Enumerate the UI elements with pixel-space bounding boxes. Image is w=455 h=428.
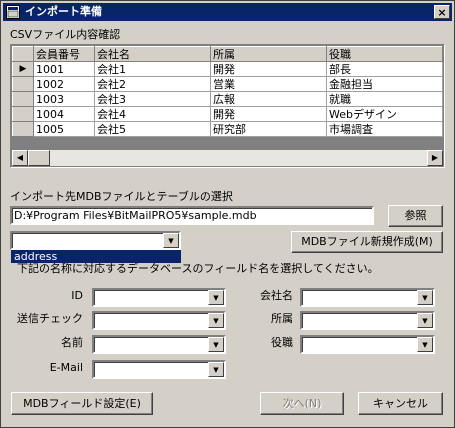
table-cell: 1004	[33, 106, 95, 122]
table-cell: 会社5	[94, 121, 211, 137]
table-cell: 就職	[326, 91, 443, 107]
field-select-company[interactable]: ▼	[300, 288, 435, 307]
table-cell: 会社4	[94, 106, 211, 122]
table-row[interactable]: 1004 会社4 開発 Webデザイン	[12, 106, 443, 122]
chevron-down-icon[interactable]: ▼	[208, 337, 224, 352]
field-label-id: ID	[71, 289, 83, 302]
table-cell: 開発	[210, 61, 327, 77]
row-indicator	[12, 121, 34, 137]
chevron-down-icon[interactable]: ▼	[417, 290, 433, 305]
table-cell: 金融担当	[326, 76, 443, 92]
table-cell: 1002	[33, 76, 95, 92]
cancel-button[interactable]: キャンセル	[358, 392, 443, 415]
scroll-right-button[interactable]: ▶	[427, 150, 443, 166]
browse-button[interactable]: 参照	[388, 205, 443, 227]
table-cell: Webデザイン	[326, 106, 443, 122]
dropdown-option-address[interactable]: address	[11, 250, 181, 263]
row-indicator	[12, 76, 34, 92]
field-select-send-check[interactable]: ▼	[92, 311, 226, 330]
horizontal-scrollbar[interactable]: ◀ ▶	[12, 150, 443, 166]
mdb-section-label: インポート先MDBファイルとテーブルの選択	[10, 190, 233, 203]
column-header[interactable]: 所属	[210, 46, 327, 62]
table-cell: 市場調査	[326, 121, 443, 137]
table-row[interactable]: 1003 会社3 広報 就職	[12, 91, 443, 107]
window-title: インポート準備	[25, 5, 102, 18]
current-row-marker: ▶	[12, 61, 34, 77]
title-bar: インポート準備 ×	[3, 3, 452, 21]
window-app-icon	[6, 5, 20, 19]
mdb-field-settings-button[interactable]: MDBフィールド設定(E)	[11, 392, 153, 415]
field-label-company: 会社名	[260, 289, 293, 302]
field-label-email: E-Mail	[49, 361, 83, 374]
field-label-name: 名前	[61, 336, 83, 349]
table-row[interactable]: ▶ 1001 会社1 開発 部長	[12, 61, 443, 77]
table-cell: 開発	[210, 106, 327, 122]
table-row[interactable]: 1002 会社2 営業 金融担当	[12, 76, 443, 92]
column-header[interactable]: 会社名	[94, 46, 211, 62]
table-row[interactable]: 1005 会社5 研究部 市場調査	[12, 121, 443, 137]
chevron-down-icon[interactable]: ▼	[208, 290, 224, 305]
table-cell: 広報	[210, 91, 327, 107]
chevron-down-icon[interactable]: ▼	[417, 313, 433, 328]
scroll-thumb[interactable]	[28, 150, 50, 166]
table-cell: 会社1	[94, 61, 211, 77]
table-cell: 会社2	[94, 76, 211, 92]
close-button[interactable]: ×	[434, 5, 450, 19]
csv-section-label: CSVファイル内容確認	[10, 28, 121, 41]
chevron-down-icon[interactable]: ▼	[208, 362, 224, 377]
next-button[interactable]: 次へ(N)	[260, 392, 344, 415]
field-select-name[interactable]: ▼	[92, 335, 226, 354]
table-cell: 1001	[33, 61, 95, 77]
field-label-send-check: 送信チェック	[17, 312, 83, 325]
field-select-id[interactable]: ▼	[92, 288, 226, 307]
field-select-email[interactable]: ▼	[92, 360, 226, 379]
chevron-down-icon[interactable]: ▼	[208, 313, 224, 328]
field-select-position[interactable]: ▼	[300, 335, 435, 354]
chevron-down-icon[interactable]: ▼	[417, 337, 433, 352]
mdb-path-field[interactable]: D:¥Program Files¥BitMailPRO5¥sample.mdb	[10, 206, 374, 225]
column-header[interactable]: 役職	[326, 46, 443, 62]
table-cell: 1005	[33, 121, 95, 137]
csv-preview-grid[interactable]: 会員番号 会社名 所属 役職 ▶ 1001 会社1 開発 部長 1002 会社2…	[10, 44, 445, 168]
table-cell: 1003	[33, 91, 95, 107]
field-mapping-instruction: 下記の名称に対応するデータベースのフィールド名を選択してください。	[17, 262, 379, 275]
row-indicator	[12, 91, 34, 107]
column-header[interactable]: 会員番号	[33, 46, 95, 62]
field-label-position: 役職	[271, 336, 293, 349]
table-header-row: 会員番号 会社名 所属 役職	[12, 46, 443, 62]
scroll-left-button[interactable]: ◀	[12, 150, 28, 166]
table-cell: 部長	[326, 61, 443, 77]
row-indicator-header	[12, 46, 34, 62]
import-prep-dialog: インポート準備 × CSVファイル内容確認 会員番号 会社名 所属 役職 ▶ 1…	[0, 0, 455, 428]
chevron-down-icon[interactable]: ▼	[163, 233, 179, 248]
table-cell: 会社3	[94, 91, 211, 107]
new-mdb-button[interactable]: MDBファイル新規作成(M)	[291, 231, 443, 253]
table-select-combo[interactable]: ▼	[10, 231, 181, 250]
field-label-department: 所属	[271, 312, 293, 325]
row-indicator	[12, 106, 34, 122]
table-cell: 営業	[210, 76, 327, 92]
csv-table: 会員番号 会社名 所属 役職 ▶ 1001 会社1 開発 部長 1002 会社2…	[12, 46, 443, 137]
table-cell: 研究部	[210, 121, 327, 137]
field-select-department[interactable]: ▼	[300, 311, 435, 330]
